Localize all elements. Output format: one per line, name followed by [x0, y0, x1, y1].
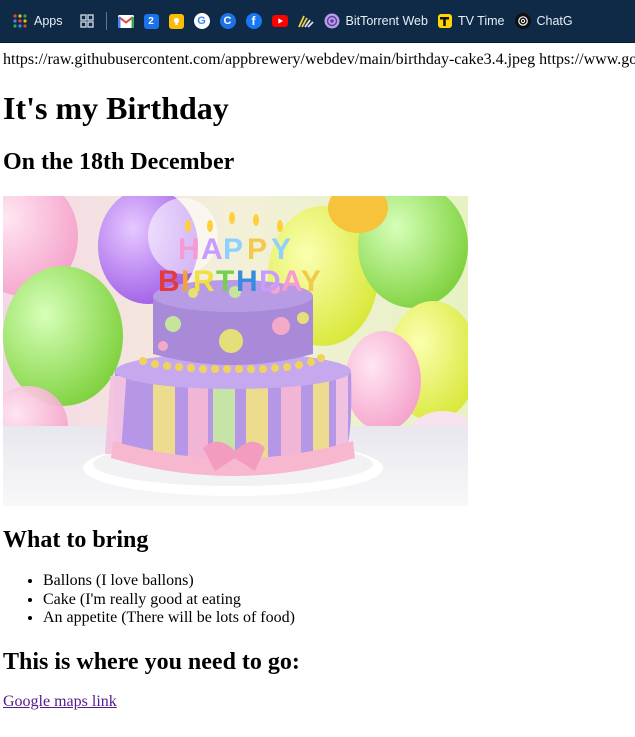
bookmark-c[interactable]: C [215, 7, 241, 35]
svg-text:T: T [216, 265, 234, 298]
bookmark-apps-label: Apps [34, 14, 63, 28]
calendar-icon-digit: 2 [148, 15, 154, 27]
svg-text:A: A [201, 233, 223, 266]
bookmark-chatgpt[interactable]: ChatG [510, 7, 578, 35]
bittorrent-icon [324, 13, 340, 29]
svg-text:D: D [259, 265, 281, 298]
bookmark-bittorrent[interactable]: BitTorrent Web [319, 7, 433, 35]
bookmark-tvtime-label: TV Time [457, 14, 505, 28]
svg-text:Y: Y [271, 233, 291, 266]
bring-list: Ballons (I love ballons) Cake (I'm reall… [0, 572, 295, 628]
bookmark-gmail[interactable] [113, 7, 139, 35]
bookmark-app-launcher[interactable] [74, 7, 100, 35]
bookmark-apps[interactable]: Apps [0, 7, 68, 35]
date-heading: On the 18th December [3, 149, 235, 175]
svg-text:P: P [247, 233, 267, 266]
gmail-icon [117, 13, 134, 29]
svg-text:H: H [178, 233, 200, 266]
bookmark-facebook[interactable]: f [241, 7, 267, 35]
bookmark-keep[interactable] [164, 7, 189, 35]
facebook-icon-letter: f [251, 14, 256, 28]
bookmark-google[interactable]: G [189, 7, 215, 35]
list-item: Ballons (I love ballons) [43, 572, 295, 591]
keep-icon [168, 13, 184, 29]
chatgpt-icon [514, 13, 531, 29]
c-logo-letter: C [223, 15, 232, 27]
bookmark-bars[interactable] [293, 7, 319, 35]
list-item: Cake (I'm really good at eating [43, 591, 295, 610]
apps-grid-icon [12, 13, 28, 29]
bookmark-calendar[interactable]: 2 [139, 7, 164, 35]
svg-text:I: I [181, 265, 189, 298]
tvtime-icon [437, 14, 452, 28]
youtube-icon [271, 13, 288, 29]
c-logo-icon: C [219, 13, 236, 29]
app-launcher-icon [79, 13, 95, 29]
bookmark-chatgpt-label: ChatG [536, 14, 573, 28]
bookmark-youtube[interactable] [267, 7, 293, 35]
bookmark-tvtime[interactable]: TV Time [433, 7, 510, 35]
bookmarks-separator [105, 12, 107, 30]
svg-text:P: P [223, 233, 243, 266]
image-url-text: https://raw.githubusercontent.com/appbre… [3, 51, 635, 68]
where-heading: This is where you need to go: [3, 649, 300, 675]
svg-text:B: B [158, 265, 180, 298]
bookmarks-bar: Apps 2 G C f BitTorrent Web TV Time Chat… [0, 0, 635, 43]
svg-text:A: A [281, 265, 303, 298]
bookmark-bittorrent-label: BitTorrent Web [345, 14, 428, 28]
svg-text:R: R [193, 265, 215, 298]
google-icon-letter: G [197, 15, 206, 27]
calendar-icon: 2 [143, 13, 159, 29]
bars-logo-icon [297, 13, 314, 29]
google-icon: G [193, 13, 210, 29]
facebook-icon: f [245, 13, 262, 29]
svg-text:H: H [236, 265, 258, 298]
page-title: It's my Birthday [3, 90, 229, 126]
svg-text:Y: Y [301, 265, 321, 298]
list-item: An appetite (There will be lots of food) [43, 609, 295, 628]
google-maps-link[interactable]: Google maps link [3, 693, 117, 711]
bring-heading: What to bring [3, 527, 149, 553]
birthday-cake-image: H A P P Y B I R T H D A Y [3, 196, 468, 506]
